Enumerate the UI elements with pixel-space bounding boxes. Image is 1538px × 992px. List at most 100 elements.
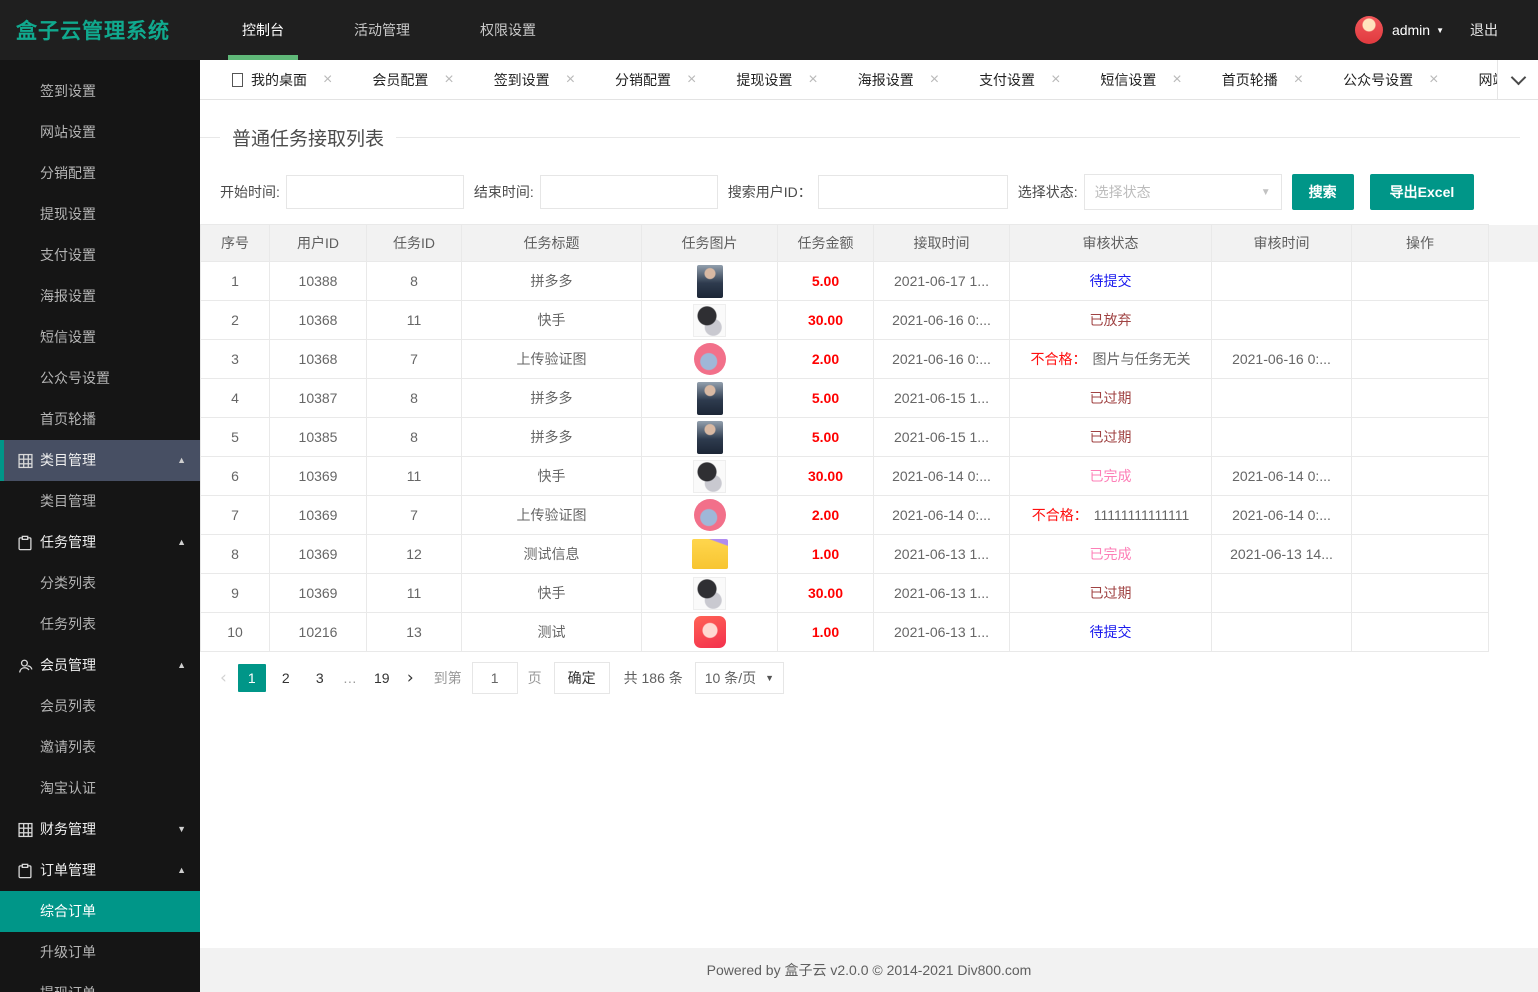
tab-close-icon[interactable]: × — [1051, 72, 1060, 88]
table-header-row: 序号 用户ID 任务ID 任务标题 任务图片 任务金额 接取时间 审核状态 审核时间 操作 — [200, 224, 1538, 262]
task-image[interactable] — [693, 303, 726, 337]
footer-text: Powered by 盒子云 v2.0.0 © 2014-2021 Div800… — [706, 962, 1032, 978]
review-time — [1211, 300, 1352, 340]
user-avatar[interactable] — [1354, 16, 1383, 44]
sidebar-item-task-list[interactable]: 任务列表 — [0, 604, 200, 645]
sidebar-item-distribution-config[interactable]: 分销配置 — [0, 153, 200, 194]
task-image[interactable] — [693, 459, 726, 493]
per-page-select[interactable]: 10 条/页 ▼ — [694, 662, 785, 694]
task-image[interactable] — [696, 381, 723, 415]
sidebar-item-site-settings[interactable]: 网站设置 — [0, 112, 200, 153]
status-text[interactable]: 待提交 — [1090, 273, 1132, 289]
tab-site-settings[interactable]: 网站设置× — [1458, 60, 1498, 100]
sidebar-item-payment-settings[interactable]: 支付设置 — [0, 235, 200, 276]
task-title: 拼多多 — [461, 261, 642, 301]
task-image[interactable] — [696, 420, 723, 454]
tab-poster-settings[interactable]: 海报设置 × — [838, 60, 959, 100]
sidebar-item-category-list[interactable]: 分类列表 — [0, 563, 200, 604]
tab-close-icon[interactable]: × — [930, 72, 939, 88]
export-excel-button[interactable]: 导出Excel — [1369, 174, 1475, 210]
logout-button[interactable]: 退出 — [1470, 20, 1498, 40]
sidebar-item-member-management[interactable]: 会员管理 ▲ — [0, 645, 200, 686]
nav-item-permission-settings[interactable]: 权限设置 — [464, 0, 552, 60]
tab-close-icon[interactable]: × — [566, 72, 575, 88]
tab-close-icon[interactable]: × — [1172, 72, 1181, 88]
tab-withdraw-settings[interactable]: 提现设置 × — [716, 60, 837, 100]
table-row: 6 10369 11 快手 30.00 2021-06-14 0:... 已完成 2021-0… — [200, 456, 1538, 496]
sidebar-item-sms-settings[interactable]: 短信设置 — [0, 317, 200, 358]
task-image[interactable] — [693, 616, 726, 648]
task-id: 12 — [366, 534, 462, 574]
tab-my-desktop[interactable]: 我的桌面 × — [212, 60, 352, 100]
review-time — [1211, 612, 1352, 652]
title-divider — [396, 136, 1520, 138]
confirm-button[interactable]: 确定 — [553, 662, 610, 694]
review-time — [1211, 417, 1352, 457]
tab-close-icon[interactable]: × — [808, 72, 817, 88]
sidebar-item-withdraw-orders[interactable]: 提现订单 — [0, 973, 200, 992]
task-image[interactable] — [691, 539, 728, 569]
sidebar-item-category-management-sub[interactable]: 类目管理 — [0, 481, 200, 522]
tab-close-icon[interactable]: × — [1429, 72, 1438, 88]
task-id: 11 — [366, 573, 462, 613]
nav-item-console[interactable]: 控制台 — [226, 0, 300, 60]
action-cell — [1351, 261, 1489, 301]
chevron-down-icon[interactable]: ▼ — [1436, 26, 1444, 35]
search-user-id-input[interactable] — [817, 175, 1008, 209]
sidebar-item-signin-settings[interactable]: 签到设置 — [0, 71, 200, 112]
tab-close-icon[interactable]: × — [1294, 72, 1303, 88]
tab-close-icon[interactable]: × — [687, 72, 696, 88]
sidebar-item-member-list[interactable]: 会员列表 — [0, 686, 200, 727]
status-text[interactable]: 待提交 — [1090, 624, 1132, 640]
task-image[interactable] — [693, 343, 726, 375]
task-image[interactable] — [696, 264, 723, 298]
task-image[interactable] — [693, 499, 726, 531]
nav-item-activity-management[interactable]: 活动管理 — [338, 0, 426, 60]
task-id: 11 — [366, 456, 462, 496]
sidebar-item-finance-management[interactable]: 财务管理 ▼ — [0, 809, 200, 850]
tab-overflow-button[interactable] — [1497, 60, 1538, 99]
end-time-input[interactable] — [539, 175, 718, 209]
sidebar-item-wechat-settings[interactable]: 公众号设置 — [0, 358, 200, 399]
tab-signin-settings[interactable]: 签到设置 × — [474, 60, 595, 100]
amount-value: 30.00 — [807, 312, 844, 328]
sidebar-item-poster-settings[interactable]: 海报设置 — [0, 276, 200, 317]
user-name[interactable]: admin — [1392, 22, 1430, 38]
page-numbers: 1 2 3 … 19 — [235, 664, 399, 692]
task-image[interactable] — [693, 576, 726, 610]
tab-sms-settings[interactable]: 短信设置 × — [1080, 60, 1201, 100]
sidebar-item-home-carousel[interactable]: 首页轮播 — [0, 399, 200, 440]
page-number[interactable]: 19 — [368, 664, 396, 692]
page-number[interactable]: 3 — [306, 664, 334, 692]
prev-page-icon[interactable]: ‹ — [212, 668, 235, 688]
amount-value: 5.00 — [811, 390, 840, 406]
sidebar-item-label: 邀请列表 — [40, 739, 96, 755]
sidebar-item-invite-list[interactable]: 邀请列表 — [0, 727, 200, 768]
status-text: 已完成 — [1089, 546, 1132, 562]
tab-member-config[interactable]: 会员配置 × — [352, 60, 473, 100]
page-number[interactable]: 1 — [237, 664, 266, 692]
row-filler — [1489, 496, 1538, 535]
review-status: 已过期 — [1009, 417, 1212, 457]
tab-close-icon[interactable]: × — [323, 72, 332, 88]
tab-distribution-config[interactable]: 分销配置 × — [595, 60, 716, 100]
tab-wechat-settings[interactable]: 公众号设置 × — [1323, 60, 1458, 100]
sidebar-item-order-management[interactable]: 订单管理 ▲ — [0, 850, 200, 891]
start-time-input[interactable] — [285, 175, 464, 209]
search-button[interactable]: 搜索 — [1291, 174, 1354, 210]
sidebar-item-taobao-auth[interactable]: 淘宝认证 — [0, 768, 200, 809]
tab-home-carousel[interactable]: 首页轮播 × — [1202, 60, 1323, 100]
sidebar-item-withdraw-settings[interactable]: 提现设置 — [0, 194, 200, 235]
status-select[interactable]: 选择状态 ▼ — [1083, 174, 1282, 210]
tab-label: 网站设置 — [1478, 72, 1498, 88]
goto-page-input[interactable] — [471, 662, 518, 694]
sidebar-item-category-management[interactable]: 类目管理 ▲ — [0, 440, 200, 481]
sidebar-item-upgrade-orders[interactable]: 升级订单 — [0, 932, 200, 973]
page-number[interactable]: 2 — [272, 664, 300, 692]
table-row: 5 10385 8 拼多多 5.00 2021-06-15 1... 已过期 — [200, 417, 1538, 457]
tab-close-icon[interactable]: × — [444, 72, 453, 88]
sidebar-item-combined-orders[interactable]: 综合订单 — [0, 891, 200, 932]
tab-payment-settings[interactable]: 支付设置 × — [959, 60, 1080, 100]
next-page-icon[interactable]: › — [399, 668, 422, 688]
sidebar-item-task-management[interactable]: 任务管理 ▲ — [0, 522, 200, 563]
